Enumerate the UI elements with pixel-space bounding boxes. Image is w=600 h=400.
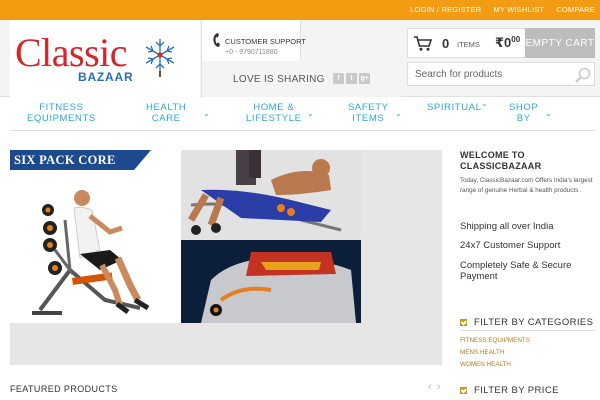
nav-item-label: HOME & [253, 102, 295, 113]
carousel-prev-button[interactable]: ‹ [428, 381, 432, 393]
fitness-machine-illustration [32, 190, 150, 315]
cart-total-amount: ₹0 [495, 35, 512, 50]
chevron-down-icon: ⌄ [307, 109, 314, 118]
search-box [407, 62, 595, 86]
nav-item-fitness-equipments[interactable]: FITNESS EQUIPMENTS [27, 102, 96, 124]
search-icon[interactable] [574, 67, 592, 83]
collapse-icon [460, 319, 467, 326]
welcome-title: WELCOME TO CLASSICBAZAAR [460, 150, 541, 172]
category-link-women-health[interactable]: WOMEN HEALTH [460, 361, 511, 368]
social-icons: f t g+ [333, 73, 370, 84]
facebook-icon[interactable]: f [333, 73, 344, 84]
logo-wordmark: Classic [15, 30, 128, 75]
top-links: LOGIN / REGISTER MY WISHLIST COMPARE [410, 5, 595, 14]
nav-item-label: SPIRITUAL [427, 102, 482, 113]
filter-categories-title: FILTER BY CATEGORIES [474, 317, 594, 328]
support-title: CUSTOMER SUPPORT [225, 37, 306, 46]
filter-categories-heading[interactable]: FILTER BY CATEGORIES [460, 317, 593, 328]
banner-bottom-right-image [181, 240, 361, 323]
collapse-icon [460, 387, 467, 394]
sharing-text: LOVE IS SHARING [233, 74, 325, 85]
cart-total-cents: 00 [511, 35, 521, 44]
nav-item-label: HEALTH [146, 102, 187, 113]
banner-left-image: SIX PACK CORE [10, 150, 181, 323]
nav-item-label: SAFETY [348, 102, 389, 113]
cart-items-label: ITEMS [457, 40, 480, 49]
chevron-down-icon: ⌄ [481, 99, 488, 108]
nav-item-label: FITNESS [39, 102, 84, 113]
nav-item-spiritual[interactable]: SPIRITUAL [427, 102, 482, 113]
category-link-mens-health[interactable]: MENS HEALTH [460, 349, 504, 356]
chevron-down-icon: ⌄ [545, 109, 552, 118]
sharing-bar: LOVE IS SHARING f t g+ [201, 61, 401, 97]
snowflake-icon [145, 39, 175, 77]
nav-item-label: BY [516, 113, 531, 124]
support-phone: +0 - 9790711880 [225, 49, 278, 56]
filter-price-title: FILTER BY PRICE [474, 385, 559, 396]
cart-icon [414, 36, 433, 51]
chevron-down-icon: ⌄ [203, 109, 210, 118]
google-plus-icon[interactable]: g+ [359, 73, 370, 84]
divider [460, 330, 595, 331]
feature-secure-payment: Payment [460, 271, 498, 282]
top-bar: LOGIN / REGISTER MY WISHLIST COMPARE [0, 0, 600, 20]
main-nav: FITNESS EQUIPMENTS HEALTH CARE ⌄ HOME & … [10, 97, 595, 131]
welcome-text: Today, ClassicBazaar.com Offers India's … [460, 177, 593, 194]
welcome-title-line: WELCOME TO [460, 150, 525, 160]
logo[interactable]: Classic BAZAAR [10, 20, 200, 97]
nav-item-label: CARE [151, 113, 181, 124]
workout-photo-bottom [181, 240, 361, 323]
search-input[interactable] [408, 63, 568, 85]
nav-item-label: LIFESTYLE [246, 113, 302, 124]
nav-item-shop-by[interactable]: SHOP BY [509, 102, 538, 124]
customer-support: CUSTOMER SUPPORT +0 - 9790711880 [201, 20, 306, 61]
logo-subtitle: BAZAAR [78, 70, 134, 84]
login-register-link[interactable]: LOGIN / REGISTER [410, 5, 481, 14]
workout-photo-top [181, 150, 361, 239]
nav-item-safety-items[interactable]: SAFETY ITEMS [348, 102, 389, 124]
feature-support: 24x7 Customer Support [460, 240, 561, 251]
filter-price-heading[interactable]: FILTER BY PRICE [460, 385, 559, 396]
featured-products-title: FEATURED PRODUCTS [10, 384, 118, 394]
cart-count: 0 [442, 36, 450, 51]
hero-banner[interactable]: SIX PACK CORE [10, 150, 442, 365]
nav-item-label: ITEMS [352, 113, 385, 124]
nav-item-label: SHOP [509, 102, 539, 113]
compare-link[interactable]: COMPARE [556, 5, 595, 14]
carousel-next-button[interactable]: › [437, 381, 441, 393]
nav-item-home-lifestyle[interactable]: HOME & LIFESTYLE [246, 102, 302, 124]
cart-total: ₹000 [495, 35, 520, 51]
twitter-icon[interactable]: t [346, 73, 357, 84]
nav-item-label: EQUIPMENTS [27, 113, 96, 124]
feature-shipping: Shipping all over India [460, 221, 554, 232]
nav-item-health-care[interactable]: HEALTH CARE [146, 102, 186, 124]
chevron-down-icon: ⌄ [395, 109, 402, 118]
feature-secure: Completely Safe & Secure [460, 260, 572, 271]
banner-top-right-image [181, 150, 361, 239]
phone-icon [213, 33, 220, 47]
empty-cart-button[interactable]: EMPTY CART [525, 28, 595, 58]
category-link-fitness-equipments[interactable]: FITNESS EQUIPMENTS [460, 337, 530, 344]
wishlist-link[interactable]: MY WISHLIST [493, 5, 544, 14]
welcome-title-line: CLASSICBAZAAR [460, 161, 542, 171]
